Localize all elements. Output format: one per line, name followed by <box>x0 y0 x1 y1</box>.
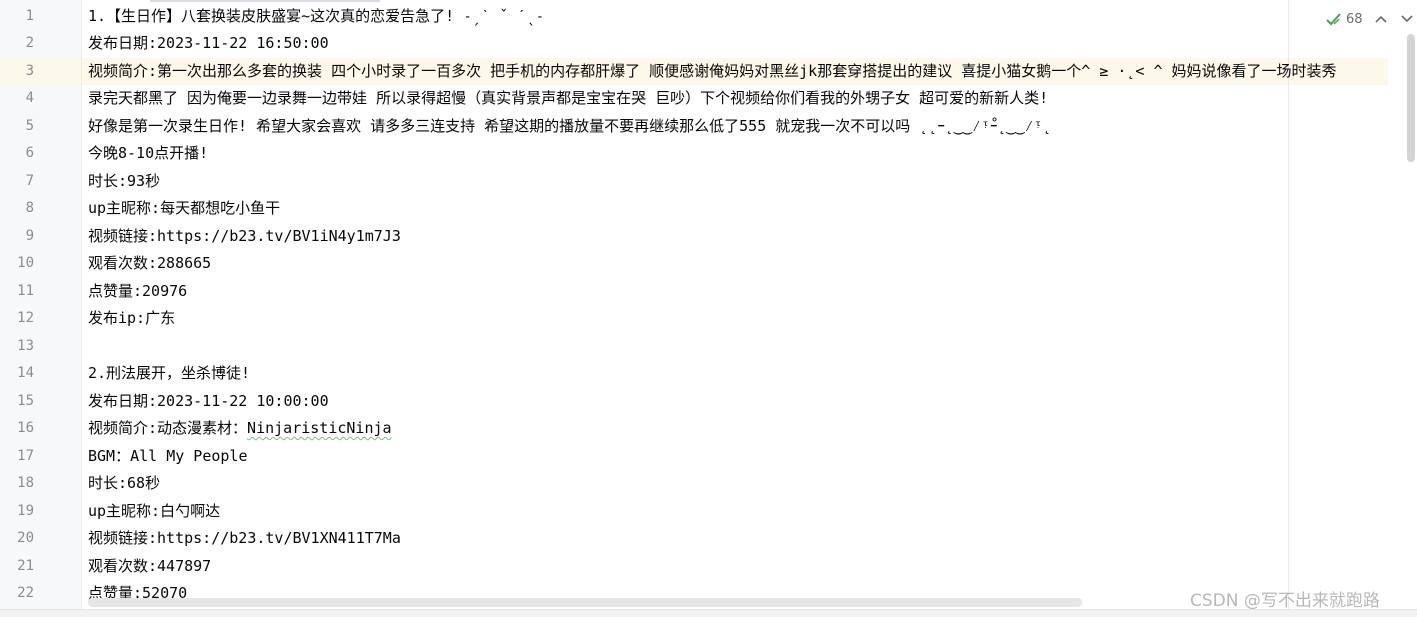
line-number: 1 <box>25 7 34 24</box>
code-line-text: 发布日期:2023-11-22 16:50:00 <box>88 34 329 52</box>
code-line-text: 今晚8-10点开播! <box>88 144 209 162</box>
vertical-scrollbar[interactable] <box>1407 34 1415 162</box>
code-line[interactable]: 观看次数:288665 <box>88 250 1388 278</box>
watermark: CSDN @写不出来就跑路 <box>1190 591 1380 611</box>
code-line[interactable]: up主昵称:白勺啊达 <box>88 498 1388 526</box>
line-number: 9 <box>25 227 34 244</box>
code-line-text: 点赞量:20976 <box>88 281 188 300</box>
code-line-text: 观看次数:288665 <box>88 254 212 272</box>
chevron-up-icon[interactable] <box>1373 11 1389 27</box>
line-number: 22 <box>17 585 34 601</box>
code-line-text: 1.【生日作】八套换装皮肤盛宴~这次真的恋爱告急了! ˗ˏˋ ˇ ˊˎ˗ <box>88 6 545 25</box>
check-icon <box>1326 12 1342 26</box>
line-number: 21 <box>17 557 34 574</box>
line-number: 17 <box>17 447 34 464</box>
code-line[interactable]: 录完天都黑了 因为俺要一边录舞一边带娃 所以录得超慢（真实背景声都是宝宝在哭 巨… <box>88 85 1388 113</box>
code-line[interactable]: 今晚8-10点开播! <box>88 140 1388 168</box>
code-line[interactable]: 发布日期:2023-11-22 16:50:00 <box>88 30 1388 58</box>
code-line[interactable]: 时长:68秒 <box>88 470 1388 498</box>
line-number: 14 <box>17 365 34 381</box>
line-number: 10 <box>17 255 34 271</box>
code-line[interactable]: up主昵称:每天都想吃小鱼干 <box>88 195 1388 223</box>
line-number: 11 <box>17 282 34 299</box>
code-line-text: 视频简介:动态漫素材： <box>88 419 248 437</box>
code-line-text: 时长:93秒 <box>88 171 161 190</box>
code-line-text: 录完天都黑了 因为俺要一边录舞一边带娃 所以录得超慢（真实背景声都是宝宝在哭 巨… <box>88 89 1049 107</box>
horizontal-scrollbar[interactable] <box>88 598 1082 607</box>
line-number: 4 <box>25 90 34 106</box>
code-line[interactable]: 好像是第一次录生日作! 希望大家会喜欢 请多多三连支持 希望这期的播放量不要再继… <box>88 113 1388 141</box>
code-line-text: 视频链接:https://b23.tv/BV1XN411T7Ma <box>88 529 401 547</box>
inspection-widget[interactable]: 68 <box>1326 8 1415 30</box>
code-line[interactable]: 时长:93秒 <box>88 168 1388 196</box>
code-line[interactable]: 1.【生日作】八套换装皮肤盛宴~这次真的恋爱告急了! ˗ˏˋ ˇ ˊˎ˗ <box>88 3 1388 31</box>
code-line[interactable]: 2.刑法展开，坐杀博徒! <box>88 360 1388 388</box>
code-line[interactable]: 视频简介:动态漫素材：NinjaristicNinja <box>88 415 1388 443</box>
code-line[interactable]: BGM：All My People <box>88 443 1388 471</box>
line-number: 6 <box>25 145 34 161</box>
spelling-typo-text: NinjaristicNinja <box>247 419 392 437</box>
code-line-text: 发布日期:2023-11-22 10:00:00 <box>88 391 329 410</box>
chevron-down-icon[interactable] <box>1399 11 1415 27</box>
code-line-text: 观看次数:447897 <box>88 556 212 575</box>
line-number: 3 <box>25 62 34 79</box>
line-number: 7 <box>25 172 34 189</box>
code-area[interactable]: 1.【生日作】八套换装皮肤盛宴~这次真的恋爱告急了! ˗ˏˋ ˇ ˊˎ˗ 发布日期… <box>88 3 1388 608</box>
line-number: 19 <box>17 502 34 519</box>
line-number: 16 <box>17 420 34 436</box>
line-number: 15 <box>17 392 34 409</box>
line-number: 13 <box>17 337 34 354</box>
code-line[interactable] <box>88 333 1388 361</box>
line-number: 20 <box>17 530 34 546</box>
code-line[interactable]: 发布ip:广东 <box>88 305 1388 333</box>
code-line-text: 时长:68秒 <box>88 474 161 492</box>
line-number: 12 <box>17 310 34 326</box>
inspection-count: 68 <box>1346 11 1363 27</box>
code-line[interactable]: 视频链接:https://b23.tv/BV1XN411T7Ma <box>88 525 1388 553</box>
code-line[interactable]: 观看次数:447897 <box>88 553 1388 581</box>
code-line[interactable]: 视频简介:第一次出那么多套的换装 四个小时录了一百多次 把手机的内存都肝爆了 顺… <box>88 58 1388 86</box>
code-line[interactable]: 点赞量:20976 <box>88 278 1388 306</box>
code-line[interactable]: 视频链接:https://b23.tv/BV1iN4y1m7J3 <box>88 223 1388 251</box>
line-number: 8 <box>25 200 34 216</box>
code-line-text: 视频简介:第一次出那么多套的换装 四个小时录了一百多次 把手机的内存都肝爆了 顺… <box>88 61 1337 80</box>
code-line-text: 视频链接:https://b23.tv/BV1iN4y1m7J3 <box>88 226 401 245</box>
line-number: 18 <box>17 475 34 491</box>
text-editor[interactable]: 1 2 3 4 5 6 7 8 9 10 11 12 13 14 15 16 17 18 19 20 21 22 1.【生… <box>0 0 1417 617</box>
code-line-text: up主昵称:每天都想吃小鱼干 <box>88 199 281 217</box>
code-line-text: 发布ip:广东 <box>88 309 176 327</box>
code-line-text: 好像是第一次录生日作! 希望大家会喜欢 请多多三连支持 希望这期的播放量不要再继… <box>88 116 1052 135</box>
line-number: 2 <box>25 35 34 51</box>
code-line-text: up主昵称:白勺啊达 <box>88 501 221 520</box>
line-number: 5 <box>25 117 34 134</box>
code-line[interactable]: 发布日期:2023-11-22 10:00:00 <box>88 388 1388 416</box>
code-line-text: 2.刑法展开，坐杀博徒! <box>88 364 251 382</box>
code-line-text: BGM：All My People <box>88 446 248 465</box>
